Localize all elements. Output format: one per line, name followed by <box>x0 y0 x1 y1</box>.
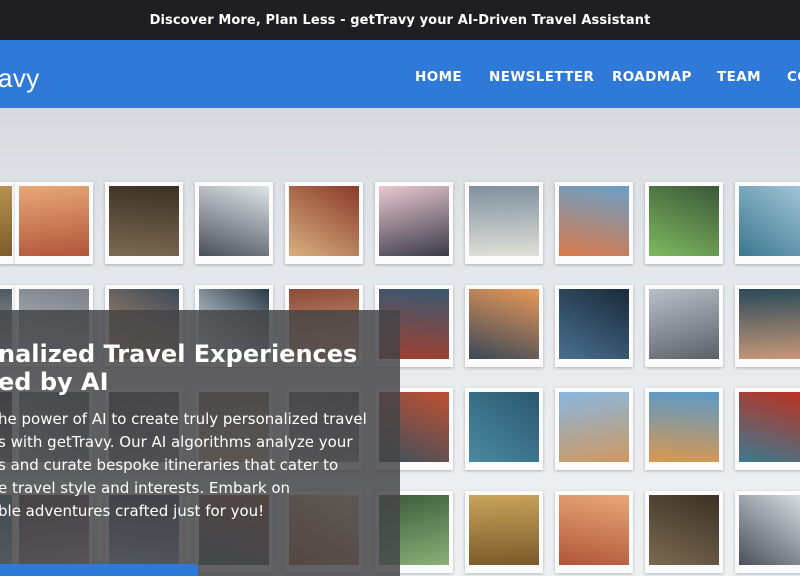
photo-image <box>0 186 12 256</box>
photo-image <box>559 289 629 359</box>
polaroid-photo <box>105 182 183 264</box>
polaroid-photo <box>555 182 633 264</box>
polaroid-photo <box>735 182 800 264</box>
hero-headline-text: nalized Travel Experiences ed by AI <box>0 340 358 396</box>
photo-image <box>739 289 800 359</box>
polaroid-photo <box>465 388 543 470</box>
polaroid-photo <box>555 491 633 573</box>
polaroid-photo <box>375 182 453 264</box>
photo-image <box>739 186 800 256</box>
hero-cta-button[interactable] <box>0 564 198 576</box>
polaroid-photo <box>465 491 543 573</box>
photo-image <box>469 495 539 565</box>
navbar: avy HOME NEWSLETTER ROADMAP TEAM CO <box>0 40 800 108</box>
photo-image <box>559 392 629 462</box>
polaroid-photo <box>195 182 273 264</box>
photo-image <box>469 289 539 359</box>
announcement-text: Discover More, Plan Less - getTravy your… <box>149 12 651 28</box>
polaroid-photo <box>645 285 723 367</box>
photo-image <box>469 392 539 462</box>
polaroid-photo <box>0 182 16 264</box>
polaroid-photo <box>735 491 800 573</box>
polaroid-photo <box>465 182 543 264</box>
photo-image <box>109 186 179 256</box>
photo-image <box>739 495 800 565</box>
polaroid-photo <box>735 388 800 470</box>
polaroid-photo <box>555 388 633 470</box>
photo-image <box>649 495 719 565</box>
polaroid-photo <box>645 491 723 573</box>
photo-image <box>289 186 359 256</box>
photo-image <box>19 186 89 256</box>
brand-logo[interactable]: avy <box>0 64 40 92</box>
hero-headline: nalized Travel Experiences ed by AI <box>0 340 357 396</box>
photo-image <box>739 392 800 462</box>
photo-image <box>559 186 629 256</box>
photo-image <box>649 289 719 359</box>
photo-image <box>649 186 719 256</box>
nav-contact[interactable]: CO <box>787 68 800 86</box>
polaroid-photo <box>285 182 363 264</box>
hero-section: nalized Travel Experiences ed by AI he p… <box>0 108 800 576</box>
hero-description: he power of AI to create truly personali… <box>0 410 367 520</box>
polaroid-photo <box>735 285 800 367</box>
nav-team[interactable]: TEAM <box>717 68 761 86</box>
nav-home[interactable]: HOME <box>415 68 462 86</box>
photo-image <box>199 186 269 256</box>
polaroid-photo <box>465 285 543 367</box>
photo-image <box>649 392 719 462</box>
nav-newsletter[interactable]: NEWSLETTER <box>489 68 594 86</box>
polaroid-photo <box>15 182 93 264</box>
photo-image <box>379 186 449 256</box>
polaroid-photo <box>645 388 723 470</box>
announcement-bar: Discover More, Plan Less - getTravy your… <box>0 0 800 40</box>
polaroid-photo <box>555 285 633 367</box>
photo-image <box>469 186 539 256</box>
polaroid-photo <box>645 182 723 264</box>
hero-text-panel: nalized Travel Experiences ed by AI he p… <box>0 310 400 576</box>
nav-roadmap[interactable]: ROADMAP <box>612 68 692 86</box>
photo-image <box>559 495 629 565</box>
